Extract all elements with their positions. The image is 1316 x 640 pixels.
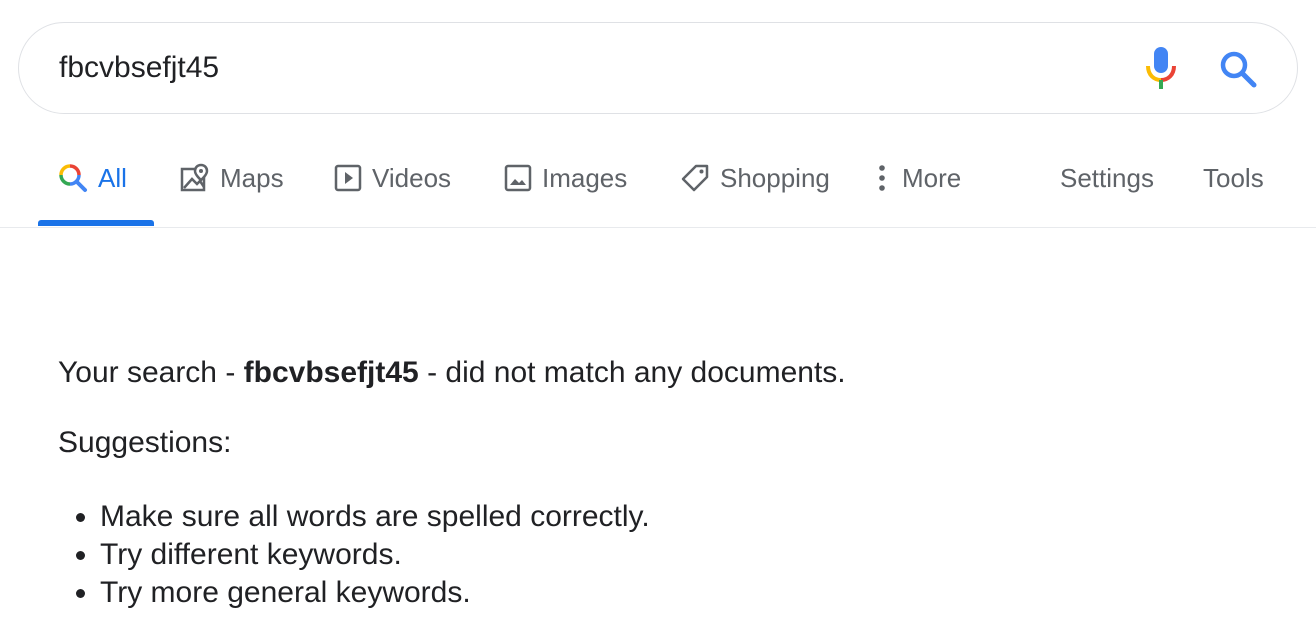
search-multicolor-icon — [59, 164, 87, 192]
message-query: fbcvbsefjt45 — [243, 356, 419, 389]
active-tab-indicator — [38, 220, 154, 226]
search-box — [18, 22, 1298, 114]
list-item: Make sure all words are spelled correctl… — [100, 498, 650, 536]
settings-label: Settings — [1060, 162, 1154, 193]
tab-videos[interactable]: Videos — [334, 130, 451, 226]
voice-search-button[interactable] — [1137, 45, 1185, 93]
tab-all[interactable]: All — [58, 130, 127, 226]
tab-shopping[interactable]: Shopping — [680, 130, 830, 226]
play-icon — [334, 164, 362, 192]
tab-label: Videos — [372, 162, 452, 193]
list-item: Try different keywords. — [100, 536, 650, 574]
list-item: Try more general keywords. — [100, 574, 650, 612]
search-icon — [1220, 51, 1257, 88]
map-pin-icon — [180, 163, 209, 192]
search-button[interactable] — [1214, 45, 1262, 93]
tab-label: All — [98, 162, 127, 193]
microphone-icon — [1146, 47, 1176, 89]
tab-label: Images — [542, 162, 628, 193]
more-vert-icon — [879, 165, 885, 191]
tab-more[interactable]: More — [872, 130, 961, 226]
search-results-page: All Maps Videos Images — [0, 0, 1316, 640]
tools-label: Tools — [1203, 162, 1264, 193]
suggestions-list: Make sure all words are spelled correctl… — [100, 498, 650, 612]
tab-images[interactable]: Images — [504, 130, 627, 226]
settings-link[interactable]: Settings — [1060, 130, 1154, 226]
tab-label: Maps — [220, 162, 284, 193]
no-results-message: Your search - fbcvbsefjt45 - did not mat… — [58, 356, 846, 390]
image-icon — [504, 164, 532, 192]
message-prefix: Your search - — [58, 356, 244, 389]
search-input[interactable] — [59, 47, 1109, 89]
tag-icon — [681, 164, 709, 192]
tab-maps[interactable]: Maps — [180, 130, 284, 226]
search-tabs: All Maps Videos Images Shopping More Set… — [0, 130, 1316, 228]
message-suffix: - did not match any documents. — [418, 356, 846, 389]
tab-label: Shopping — [720, 162, 830, 193]
tab-label: More — [902, 162, 962, 193]
tools-link[interactable]: Tools — [1203, 130, 1264, 226]
suggestions-title: Suggestions: — [58, 426, 232, 459]
